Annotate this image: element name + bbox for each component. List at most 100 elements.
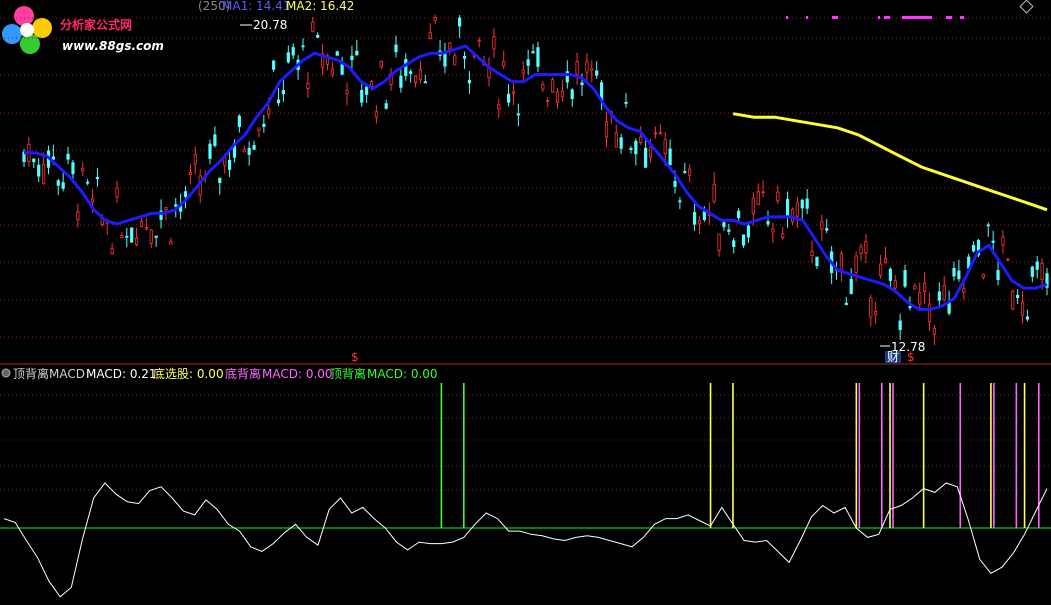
candle: [413, 75, 418, 88]
candle: [409, 69, 413, 83]
candle: [71, 159, 75, 180]
candle: [330, 61, 334, 78]
candle: [604, 111, 609, 147]
candle: [781, 227, 785, 240]
cai-marker[interactable]: 财: [887, 350, 899, 364]
candle: [913, 283, 917, 290]
candle: [130, 227, 134, 243]
candle: [1001, 230, 1005, 254]
stock-chart[interactable]: (250) MA1: 14.41 MA2: 16.42 20.78 12.78 …: [0, 0, 1051, 605]
candle: [443, 42, 447, 74]
candle: [487, 57, 491, 87]
ma2-line: [732, 112, 1048, 212]
candle: [198, 168, 202, 204]
candle: [389, 67, 393, 91]
candle: [624, 92, 628, 108]
candle: [741, 234, 746, 248]
candle: [785, 191, 790, 228]
candle: [658, 124, 662, 135]
candle: [653, 126, 658, 139]
top-div-value: MACD: 0.00: [367, 367, 438, 381]
candle: [360, 82, 364, 107]
candle: [66, 146, 70, 165]
candle: [595, 61, 599, 79]
candle: [585, 52, 589, 81]
candle: [149, 228, 153, 249]
candle: [453, 52, 457, 66]
candle: [134, 227, 139, 247]
macd-value: MACD: 0.21: [86, 367, 157, 381]
candle: [849, 268, 853, 295]
bottom-pick-value: 底选股: 0.00: [153, 366, 224, 381]
bottom-div-value: MACD: 0.00: [262, 367, 333, 381]
candle: [555, 87, 560, 109]
candle: [546, 97, 550, 108]
candle: [32, 158, 36, 168]
candle: [981, 273, 985, 280]
candle: [497, 98, 501, 119]
candle: [311, 16, 315, 33]
candle: [511, 80, 516, 106]
candle: [492, 28, 496, 58]
s-marker[interactable]: $: [351, 350, 359, 364]
candle: [276, 87, 281, 107]
candle: [428, 23, 432, 40]
candle: [957, 259, 961, 282]
candle: [599, 79, 604, 111]
candle: [462, 51, 467, 69]
candle: [526, 49, 530, 75]
diamond-icon[interactable]: [1019, 0, 1034, 14]
candle: [722, 221, 726, 231]
candle: [345, 82, 349, 106]
candle: [41, 152, 46, 185]
candle: [208, 139, 212, 165]
candle: [536, 41, 540, 72]
candle: [110, 243, 114, 255]
candle: [502, 50, 506, 69]
candle: [169, 237, 173, 245]
s-marker-2[interactable]: $: [907, 350, 915, 364]
candle: [213, 126, 217, 148]
candle: [918, 282, 922, 312]
candle: [746, 223, 751, 244]
candle: [1035, 255, 1039, 279]
candle: [805, 189, 809, 215]
candle: [575, 52, 579, 86]
top-div-label: 顶背离: [330, 366, 366, 381]
candle: [521, 61, 525, 80]
candle: [399, 68, 403, 93]
candle: [188, 163, 193, 185]
candle: [971, 241, 976, 253]
candle: [183, 185, 188, 209]
candle: [237, 114, 241, 133]
candle: [766, 210, 770, 227]
candle: [839, 250, 844, 282]
candle: [683, 162, 687, 174]
candle: [154, 235, 158, 247]
candle: [37, 158, 41, 183]
candle: [874, 301, 878, 325]
signal-bars: [440, 383, 1040, 528]
candle: [810, 240, 814, 264]
candle: [820, 214, 824, 241]
candle: [590, 60, 594, 83]
candle: [281, 79, 286, 102]
candle: [761, 180, 765, 198]
candle: [374, 105, 379, 124]
candle: [516, 103, 520, 127]
candle: [1016, 289, 1020, 305]
candle: [76, 203, 80, 228]
candle: [937, 282, 941, 309]
candle: [531, 44, 535, 54]
candle: [942, 276, 946, 302]
candle: [883, 246, 888, 264]
candle: [634, 138, 638, 166]
candle: [257, 127, 261, 138]
candle: [1030, 265, 1034, 283]
candle: [86, 178, 90, 186]
candle: [1025, 309, 1030, 322]
candle: [668, 139, 672, 166]
candle: [423, 74, 427, 84]
candle: [712, 172, 716, 204]
indicator-toggle-icon[interactable]: [1, 368, 11, 378]
